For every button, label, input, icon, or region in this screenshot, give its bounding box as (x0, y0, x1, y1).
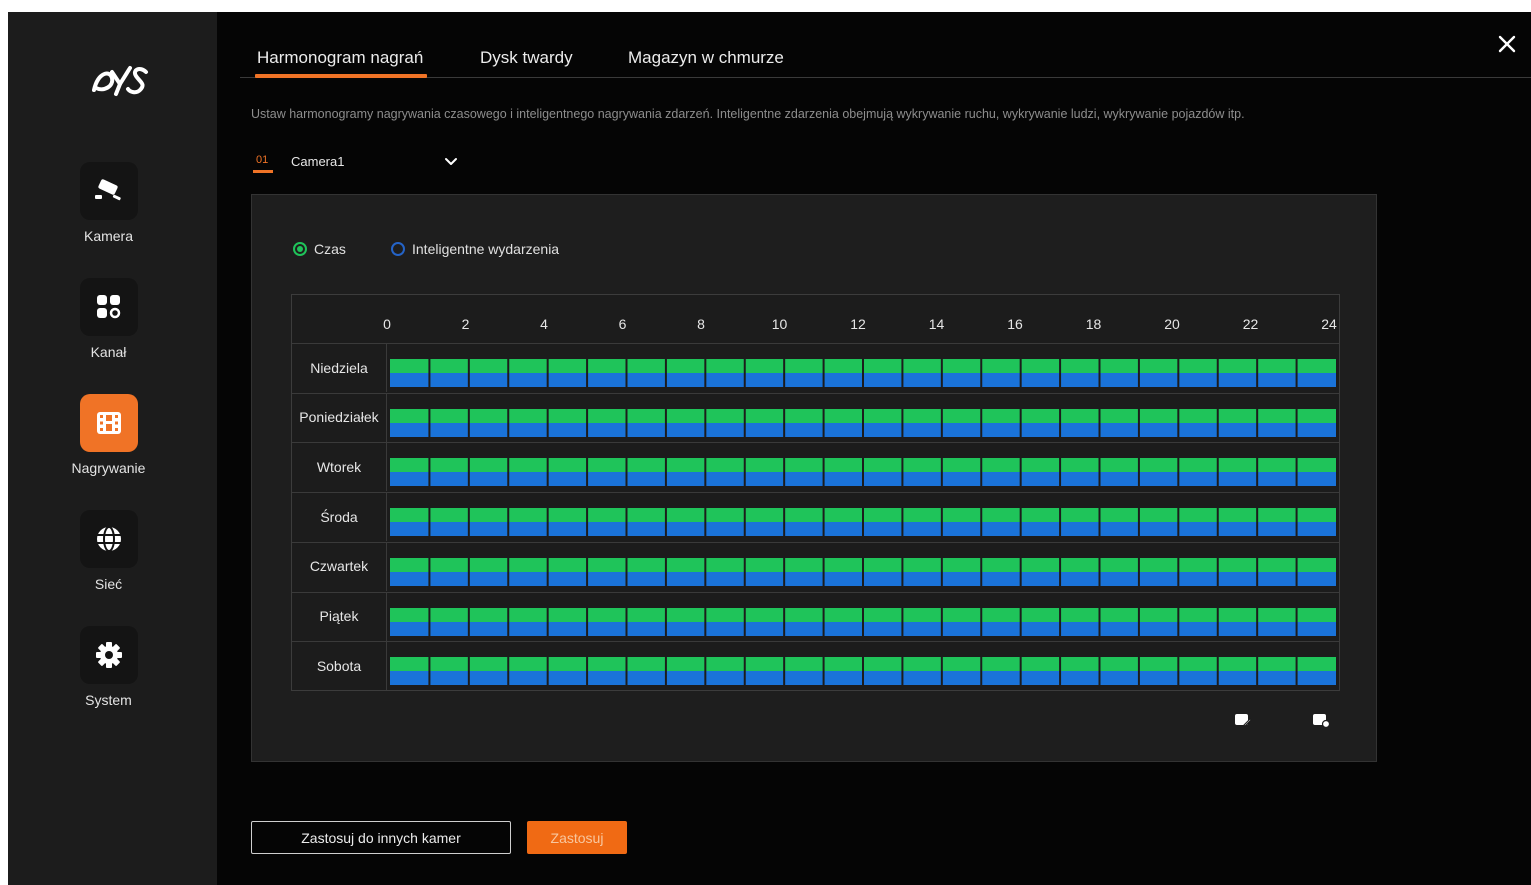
channel-grid-icon (97, 295, 121, 319)
row-divider (292, 541, 1339, 543)
sidebar-item-system[interactable]: System (8, 626, 217, 726)
radio-inteligentne-wydarzenia[interactable]: Inteligentne wydarzenia (391, 240, 559, 258)
day-label: Niedziela (292, 343, 387, 392)
sidebar-item-kamera[interactable]: Kamera (8, 162, 217, 262)
camera-icon (95, 179, 121, 201)
hour-label: 16 (1007, 316, 1023, 332)
copy-schedule-icon[interactable] (1312, 711, 1330, 729)
row-divider (292, 641, 1339, 643)
apply-to-other-cameras-button[interactable]: Zastosuj do innych kamer (251, 821, 511, 854)
tab-dysk-twardy[interactable]: Dysk twardy (480, 48, 573, 68)
schedule-row: Poniedziałek (292, 392, 1339, 442)
tabs-divider (240, 77, 1531, 78)
day-label: Poniedziałek (292, 392, 387, 442)
schedule-row: Czwartek (292, 541, 1339, 591)
day-schedule-bar[interactable] (390, 508, 1336, 537)
day-label: Wtorek (292, 442, 387, 492)
sidebar-item-label: Kamera (83, 228, 134, 244)
brand-logo (92, 66, 148, 96)
row-divider (292, 442, 1339, 444)
hour-label: 2 (461, 316, 470, 332)
day-schedule-bar[interactable] (390, 458, 1336, 487)
hour-label: 20 (1164, 316, 1180, 332)
tab-harmonogram[interactable]: Harmonogram nagrań (254, 48, 428, 78)
day-schedule-bar[interactable] (390, 657, 1336, 686)
schedule-row: Sobota (292, 641, 1339, 691)
chevron-down-icon (445, 158, 457, 165)
sidebar-item-kanal[interactable]: Kanał (8, 278, 217, 378)
hour-label: 10 (771, 316, 788, 332)
page-description: Ustaw harmonogramy nagrywania czasowego … (251, 107, 1245, 121)
hour-label: 24 (1321, 316, 1337, 332)
day-label: Czwartek (292, 541, 387, 591)
sidebar-item-label: Kanał (90, 344, 127, 360)
hour-label: 14 (928, 316, 945, 332)
camera-select-value: Camera1 (291, 154, 345, 169)
schedule-row: Środa (292, 492, 1339, 542)
radio-czas[interactable]: Czas (293, 240, 346, 258)
radio-unselected-icon (391, 242, 405, 256)
schedule-row: Piątek (292, 591, 1339, 641)
row-divider (292, 591, 1339, 593)
day-schedule-bar[interactable] (390, 607, 1336, 636)
globe-icon (97, 526, 121, 552)
hour-label: 0 (383, 316, 391, 332)
radio-label: Inteligentne wydarzenia (412, 241, 560, 257)
gear-icon (96, 642, 122, 668)
row-divider (292, 492, 1339, 494)
day-label: Sobota (292, 641, 387, 691)
schedule-row: Niedziela (292, 343, 1339, 392)
sidebar-item-siec[interactable]: Sieć (8, 510, 217, 610)
sidebar-item-label: System (85, 692, 132, 708)
camera-number-underline (253, 170, 273, 173)
radio-label: Czas (314, 241, 346, 257)
camera-select[interactable]: Camera1 (286, 150, 462, 174)
film-icon (97, 412, 121, 434)
row-divider (292, 343, 1339, 344)
hour-label: 4 (540, 316, 548, 332)
sidebar-item-nagrywanie[interactable]: Nagrywanie (8, 394, 217, 494)
day-schedule-bar[interactable] (390, 557, 1336, 586)
hour-label: 12 (850, 316, 866, 332)
tab-magazyn[interactable]: Magazyn w chmurze (628, 48, 784, 68)
sidebar: Kamera Kanał Nagrywanie Sieć System (8, 12, 217, 885)
hour-label: 22 (1242, 316, 1259, 332)
day-schedule-bar[interactable] (390, 359, 1336, 387)
edit-schedule-icon[interactable] (1234, 711, 1252, 729)
radio-selected-icon (293, 242, 307, 256)
sidebar-item-label: Nagrywanie (71, 460, 146, 476)
day-label: Środa (292, 492, 387, 542)
hour-label: 6 (618, 316, 627, 332)
row-divider (292, 392, 1339, 394)
day-schedule-bar[interactable] (390, 408, 1336, 437)
sidebar-item-label: Sieć (94, 576, 123, 592)
schedule-row: Wtorek (292, 442, 1339, 492)
camera-number: 01 (256, 154, 269, 166)
day-label: Piątek (292, 591, 387, 641)
hour-label: 8 (697, 316, 705, 332)
apply-button[interactable]: Zastosuj (527, 821, 627, 854)
close-icon[interactable] (1495, 32, 1519, 56)
hour-label: 18 (1085, 316, 1102, 332)
